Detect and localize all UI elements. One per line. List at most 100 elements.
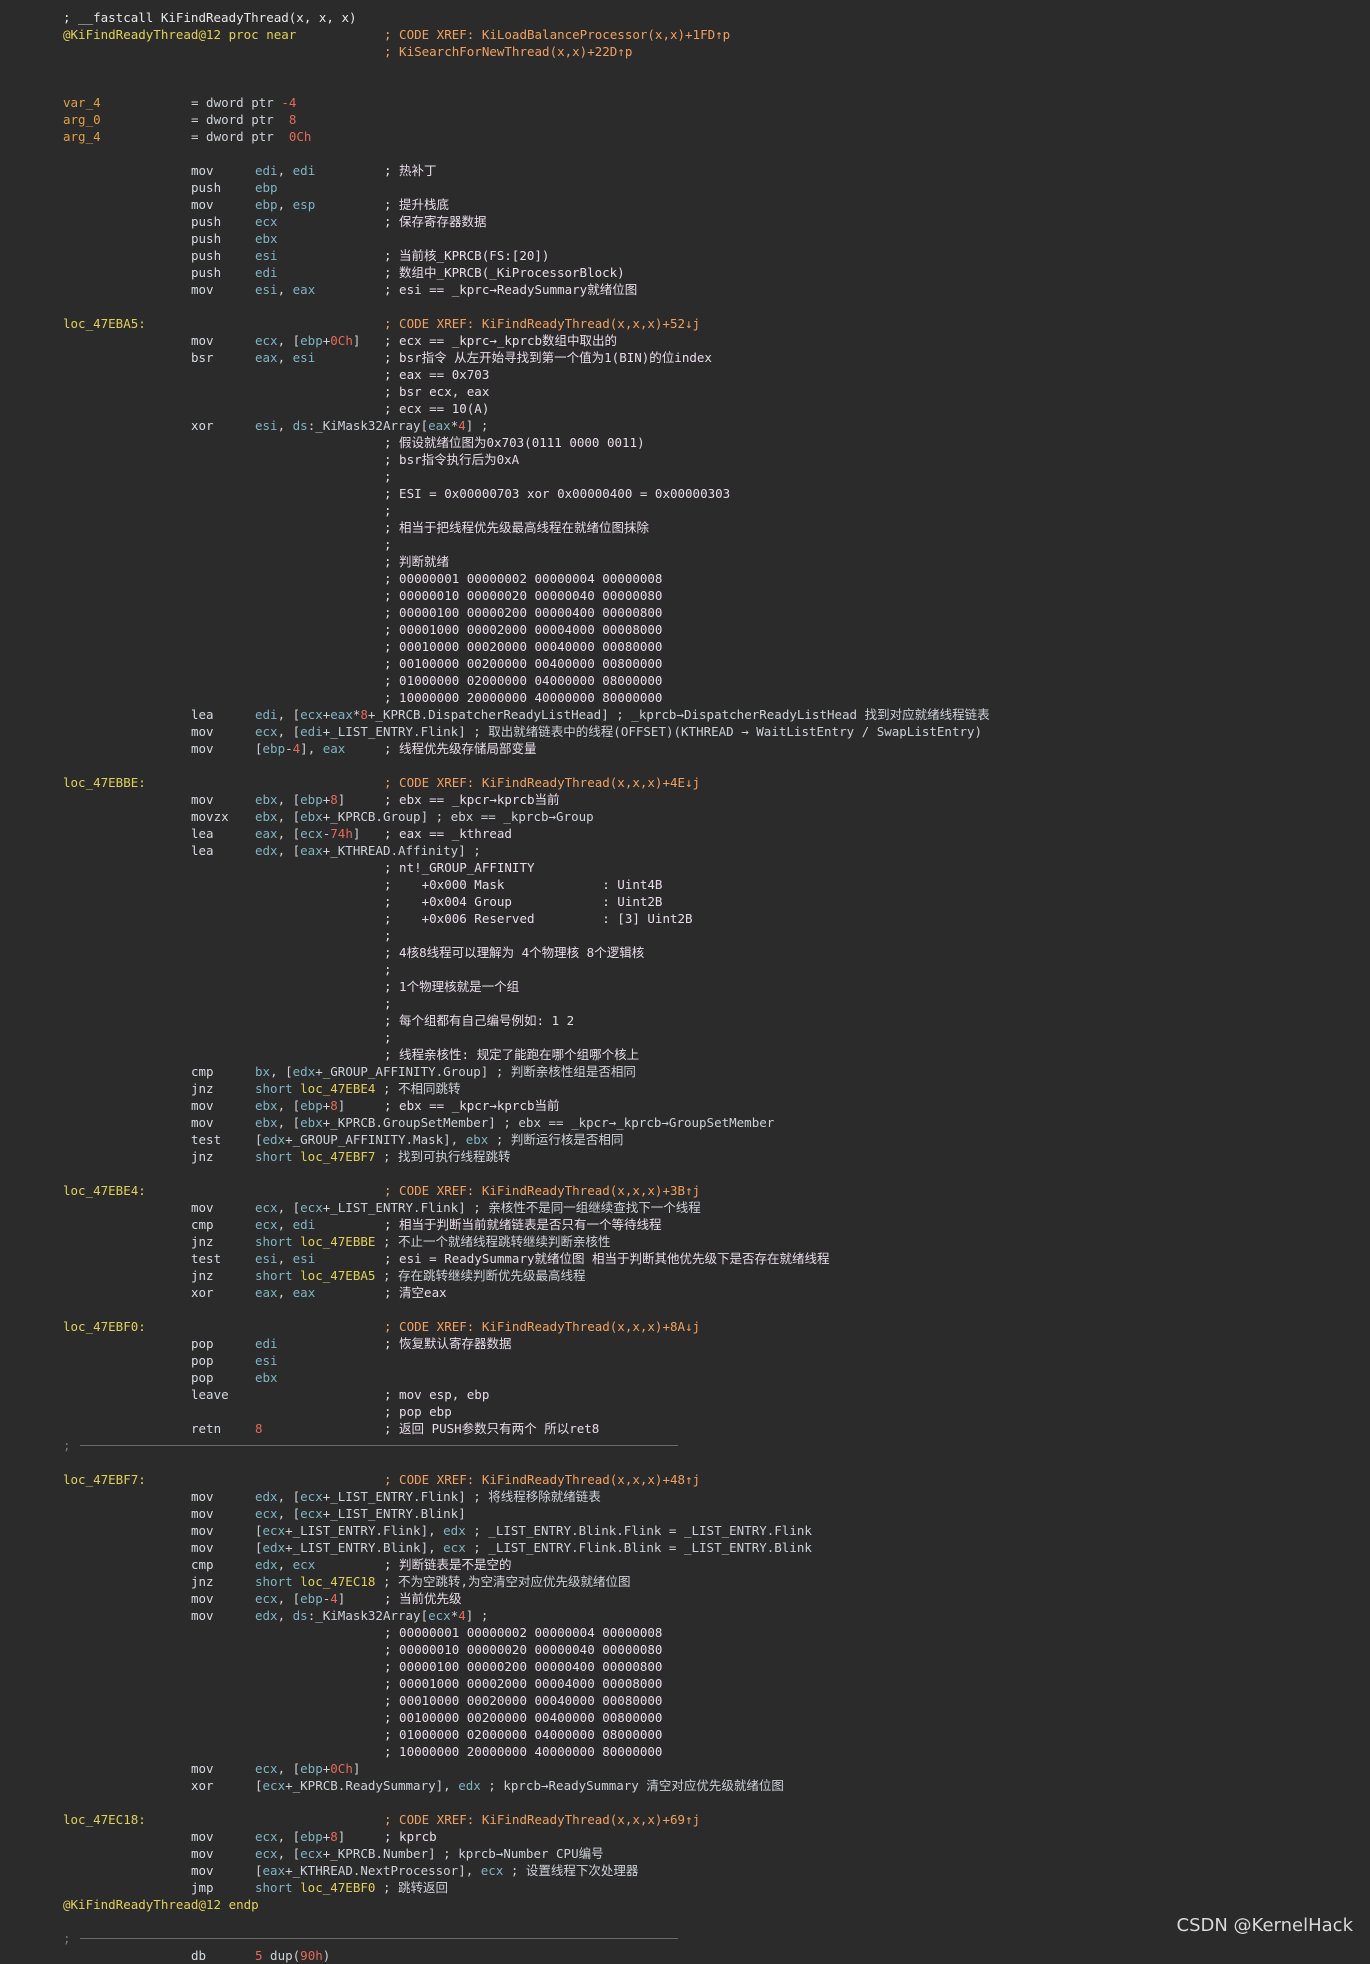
listing-line[interactable]: xor [ecx+_KPRCB.ReadySummary], edx ; kprc… <box>0 1777 1370 1794</box>
listing-line[interactable]: ; <box>0 502 1370 519</box>
listing-line[interactable]: var_4 = dword ptr -4 <box>0 94 1370 111</box>
listing-line[interactable] <box>0 298 1370 315</box>
listing-line[interactable]: lea edi, [ecx+eax*8+_KPRCB.DispatcherRead… <box>0 706 1370 723</box>
listing-line[interactable]: ; <box>0 927 1370 944</box>
listing-line[interactable]: arg_0 = dword ptr 8 <box>0 111 1370 128</box>
listing-line[interactable]: mov ecx, [ebp-4] ; 当前优先级 <box>0 1590 1370 1607</box>
listing-line[interactable]: ; 4核8线程可以理解为 4个物理核 8个逻辑核 <box>0 944 1370 961</box>
listing-line[interactable]: mov ecx, [ebp+0Ch] ; ecx == _kprc→_kprcb数组… <box>0 332 1370 349</box>
listing-line[interactable] <box>0 1165 1370 1182</box>
listing-line[interactable]: ; 判断就绪 <box>0 553 1370 570</box>
listing-line[interactable]: ; 00100000 00200000 00400000 00800000 <box>0 1709 1370 1726</box>
listing-line[interactable]: mov [ecx+_LIST_ENTRY.Flink], edx ; _LIST_… <box>0 1522 1370 1539</box>
code-label[interactable]: loc_47EBA5: <box>63 315 146 332</box>
listing-line[interactable]: push edi ; 数组中_KPRCB(_KiProcessorBlock) <box>0 264 1370 281</box>
listing-line[interactable]: ; KiSearchForNewThread(x,x)+22D↑p <box>0 43 1370 60</box>
listing-line[interactable]: jnz short loc_47EBF7 ; 找到可执行线程跳转 <box>0 1148 1370 1165</box>
listing-line[interactable]: loc_47EBBE: ; CODE XREF: KiFindReadyThrea… <box>0 774 1370 791</box>
listing-line[interactable]: arg_4 = dword ptr 0Ch <box>0 128 1370 145</box>
listing-line[interactable]: ; 相当于把线程优先级最高线程在就绪位图抹除 <box>0 519 1370 536</box>
listing-line[interactable]: ; ecx == 10(A) <box>0 400 1370 417</box>
listing-line[interactable]: ; 00000010 00000020 00000040 00000080 <box>0 1641 1370 1658</box>
listing-line[interactable]: ; 00010000 00020000 00040000 00080000 <box>0 1692 1370 1709</box>
listing-line[interactable]: ; eax == 0x703 <box>0 366 1370 383</box>
listing-line[interactable]: ; +0x000 Mask : Uint4B <box>0 876 1370 893</box>
listing-line[interactable]: ; <box>0 1930 1370 1947</box>
listing-line[interactable]: ; __fastcall KiFindReadyThread(x, x, x) <box>0 9 1370 26</box>
listing-line[interactable]: ; 00000010 00000020 00000040 00000080 <box>0 587 1370 604</box>
listing-line[interactable]: ; 00100000 00200000 00400000 00800000 <box>0 655 1370 672</box>
listing-line[interactable]: test [edx+_GROUP_AFFINITY.Mask], ebx ; 判断… <box>0 1131 1370 1148</box>
listing-line[interactable] <box>0 77 1370 94</box>
listing-line[interactable]: bsr eax, esi ; bsr指令 从左开始寻找到第一个值为1(BIN)的位i… <box>0 349 1370 366</box>
listing-line[interactable]: mov ebx, [ebp+8] ; ebx == _kpcr→kprcb当前 <box>0 1097 1370 1114</box>
listing-line[interactable]: push ebp <box>0 179 1370 196</box>
listing-line[interactable]: ; 01000000 02000000 04000000 08000000 <box>0 1726 1370 1743</box>
listing-line[interactable]: ; +0x006 Reserved : [3] Uint2B <box>0 910 1370 927</box>
listing-line[interactable]: cmp edx, ecx ; 判断链表是不是空的 <box>0 1556 1370 1573</box>
listing-line[interactable]: @KiFindReadyThread@12 endp <box>0 1896 1370 1913</box>
listing-line[interactable]: ; 线程亲核性: 规定了能跑在哪个组哪个核上 <box>0 1046 1370 1063</box>
code-label[interactable]: @KiFindReadyThread@12 proc near <box>63 26 296 43</box>
listing-line[interactable]: ; ESI = 0x00000703 xor 0x00000400 = 0x00… <box>0 485 1370 502</box>
listing-line[interactable]: mov ebx, [ebp+8] ; ebx == _kpcr→kprcb当前 <box>0 791 1370 808</box>
code-label[interactable]: loc_47EBF7: <box>63 1471 146 1488</box>
jump-target[interactable]: loc_47EBF0 <box>300 1880 375 1895</box>
listing-line[interactable] <box>0 60 1370 77</box>
listing-line[interactable]: retn 8 ; 返回 PUSH参数只有两个 所以ret8 <box>0 1420 1370 1437</box>
listing-line[interactable]: ; pop ebp <box>0 1403 1370 1420</box>
listing-line[interactable]: jnz short loc_47EBBE ; 不止一个就绪线程跳转继续判断亲核性 <box>0 1233 1370 1250</box>
code-label[interactable]: loc_47EBE4: <box>63 1182 146 1199</box>
listing-line[interactable]: mov edx, [ecx+_LIST_ENTRY.Flink] ; 将线程移除就… <box>0 1488 1370 1505</box>
listing-line[interactable]: ; 00010000 00020000 00040000 00080000 <box>0 638 1370 655</box>
listing-line[interactable]: loc_47EC18: ; CODE XREF: KiFindReadyThrea… <box>0 1811 1370 1828</box>
listing-line[interactable]: jnz short loc_47EC18 ; 不为空跳转,为空清空对应优先级就绪位… <box>0 1573 1370 1590</box>
listing-line[interactable] <box>0 1913 1370 1930</box>
listing-line[interactable]: ; +0x004 Group : Uint2B <box>0 893 1370 910</box>
listing-line[interactable]: mov ecx, [edi+_LIST_ENTRY.Flink] ; 取出就绪链表… <box>0 723 1370 740</box>
jump-target[interactable]: loc_47EBBE <box>300 1234 375 1249</box>
listing-line[interactable] <box>0 1454 1370 1471</box>
listing-line[interactable]: movzx ebx, [ebx+_KPRCB.Group] ; ebx == _k… <box>0 808 1370 825</box>
listing-line[interactable] <box>0 757 1370 774</box>
jump-target[interactable]: loc_47EBF7 <box>300 1149 375 1164</box>
listing-line[interactable]: ; <box>0 536 1370 553</box>
listing-line[interactable] <box>0 1301 1370 1318</box>
listing-line[interactable]: xor esi, ds:_KiMask32Array[eax*4] ; <box>0 417 1370 434</box>
listing-line[interactable]: ; 00001000 00002000 00004000 00008000 <box>0 621 1370 638</box>
listing-line[interactable] <box>0 145 1370 162</box>
listing-line[interactable]: ; <box>0 961 1370 978</box>
listing-line[interactable]: mov esi, eax ; esi == _kprc→ReadySummary就绪… <box>0 281 1370 298</box>
listing-line[interactable]: loc_47EBA5: ; CODE XREF: KiFindReadyThrea… <box>0 315 1370 332</box>
listing-line[interactable]: ; <box>0 1029 1370 1046</box>
listing-line[interactable]: mov ecx, [ecx+_LIST_ENTRY.Blink] <box>0 1505 1370 1522</box>
listing-line[interactable]: cmp ecx, edi ; 相当于判断当前就绪链表是否只有一个等待线程 <box>0 1216 1370 1233</box>
listing-line[interactable]: jmp short loc_47EBF0 ; 跳转返回 <box>0 1879 1370 1896</box>
listing-line[interactable]: loc_47EBE4: ; CODE XREF: KiFindReadyThrea… <box>0 1182 1370 1199</box>
listing-line[interactable]: ; 1个物理核就是一个组 <box>0 978 1370 995</box>
listing-line[interactable] <box>0 1794 1370 1811</box>
jump-target[interactable]: loc_47EBE4 <box>300 1081 375 1096</box>
listing-line[interactable]: push ecx ; 保存寄存器数据 <box>0 213 1370 230</box>
listing-line[interactable]: ; 假设就绪位图为0x703(0111 0000 0011) <box>0 434 1370 451</box>
listing-line[interactable]: @KiFindReadyThread@12 proc near ; CODE XR… <box>0 26 1370 43</box>
listing-line[interactable]: ; bsr ecx, eax <box>0 383 1370 400</box>
listing-line[interactable]: loc_47EBF7: ; CODE XREF: KiFindReadyThrea… <box>0 1471 1370 1488</box>
code-label[interactable]: @KiFindReadyThread@12 endp <box>63 1896 259 1913</box>
listing-line[interactable]: ; nt!_GROUP_AFFINITY <box>0 859 1370 876</box>
disassembly-listing[interactable]: ; __fastcall KiFindReadyThread(x, x, x) @… <box>0 9 1370 1964</box>
listing-line[interactable]: push ebx <box>0 230 1370 247</box>
listing-line[interactable]: cmp bx, [edx+_GROUP_AFFINITY.Group] ; 判断亲… <box>0 1063 1370 1080</box>
listing-line[interactable]: jnz short loc_47EBA5 ; 存在跳转继续判断优先级最高线程 <box>0 1267 1370 1284</box>
listing-line[interactable]: mov [eax+_KTHREAD.NextProcessor], ecx ; 设… <box>0 1862 1370 1879</box>
listing-line[interactable]: leave ; mov esp, ebp <box>0 1386 1370 1403</box>
listing-line[interactable]: pop ebx <box>0 1369 1370 1386</box>
listing-line[interactable]: mov [ebp-4], eax ; 线程优先级存储局部变量 <box>0 740 1370 757</box>
code-label[interactable]: loc_47EBBE: <box>63 774 146 791</box>
listing-line[interactable]: ; 01000000 02000000 04000000 08000000 <box>0 672 1370 689</box>
listing-line[interactable]: mov edi, edi ; 热补丁 <box>0 162 1370 179</box>
listing-line[interactable]: mov ecx, [ebp+0Ch] <box>0 1760 1370 1777</box>
listing-line[interactable]: test esi, esi ; esi = ReadySummary就绪位图 相当于… <box>0 1250 1370 1267</box>
listing-line[interactable]: loc_47EBF0: ; CODE XREF: KiFindReadyThrea… <box>0 1318 1370 1335</box>
jump-target[interactable]: loc_47EC18 <box>300 1574 375 1589</box>
